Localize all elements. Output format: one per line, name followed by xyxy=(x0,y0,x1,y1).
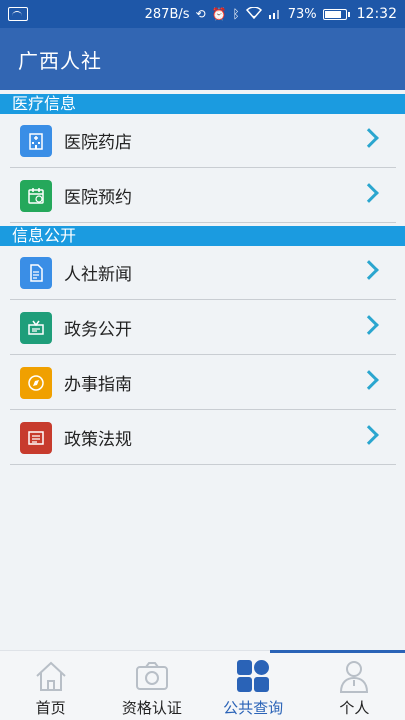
list-item-hospital-pharmacy[interactable]: 医院药店 xyxy=(10,114,396,168)
active-tab-indicator xyxy=(270,650,405,653)
battery-percent: 73% xyxy=(287,6,317,22)
bluetooth-icon: ᛒ xyxy=(232,7,240,21)
nav-label: 个人 xyxy=(339,699,370,717)
list-item-policies-regulations[interactable]: 政策法规 xyxy=(10,411,396,465)
list-item-label: 办事指南 xyxy=(64,375,132,395)
nav-label: 公共查询 xyxy=(223,699,284,717)
nav-label: 资格认证 xyxy=(121,699,182,717)
list-item-government-affairs[interactable]: 政务公开 xyxy=(10,301,396,355)
nav-item-personal[interactable]: 个人 xyxy=(304,651,405,720)
law-book-icon xyxy=(20,421,52,454)
list-item-label: 医院药店 xyxy=(64,133,132,153)
compass-icon xyxy=(20,366,52,399)
chevron-right-icon xyxy=(359,370,379,390)
list-item-label: 医院预约 xyxy=(64,188,132,208)
chevron-right-icon xyxy=(359,425,379,445)
notification-mail-icon xyxy=(8,7,28,21)
nav-item-home[interactable]: 首页 xyxy=(0,651,101,720)
network-speed: 287B/s xyxy=(144,6,190,22)
clock: 12:32 xyxy=(356,6,397,22)
person-icon xyxy=(335,657,373,695)
home-icon xyxy=(32,657,70,695)
list-item-label: 人社新闻 xyxy=(64,265,132,285)
calendar-clock-icon xyxy=(20,179,52,212)
list-item-service-guide[interactable]: 办事指南 xyxy=(10,356,396,410)
status-bar-right: 287B/s ⟲ ⏰ ᛒ 73% 12:32 xyxy=(144,5,397,22)
signal-icon xyxy=(268,7,282,22)
document-icon xyxy=(20,256,52,289)
chevron-right-icon xyxy=(359,183,379,203)
chevron-right-icon xyxy=(359,260,379,280)
wifi-icon xyxy=(245,5,262,22)
nav-label: 首页 xyxy=(35,699,66,717)
chevron-right-icon xyxy=(359,315,379,335)
status-bar: 287B/s ⟲ ⏰ ᛒ 73% 12:32 xyxy=(0,0,405,28)
section-header-public-info: 信息公开 xyxy=(0,226,405,246)
hospital-building-icon xyxy=(20,124,52,157)
bottom-nav: 首页 资格认证 公共查询 个人 xyxy=(0,650,405,720)
list-item-label: 政务公开 xyxy=(64,320,132,340)
sync-icon: ⟲ xyxy=(195,7,206,21)
battery-icon xyxy=(322,8,350,20)
section-header-medical: 医疗信息 xyxy=(0,94,405,114)
notice-board-icon xyxy=(20,311,52,344)
list-item-hospital-appointment[interactable]: 医院预约 xyxy=(10,169,396,223)
list-item-label: 政策法规 xyxy=(64,430,132,450)
list-item-hr-news[interactable]: 人社新闻 xyxy=(10,246,396,300)
nav-item-public-query[interactable]: 公共查询 xyxy=(203,651,304,720)
camera-icon xyxy=(133,657,171,695)
page-title: 广西人社 xyxy=(18,48,102,73)
app-header: 广西人社 xyxy=(0,28,405,90)
grid-query-icon xyxy=(234,657,272,695)
alarm-icon: ⏰ xyxy=(211,7,227,21)
chevron-right-icon xyxy=(359,128,379,148)
nav-item-qualification[interactable]: 资格认证 xyxy=(101,651,202,720)
